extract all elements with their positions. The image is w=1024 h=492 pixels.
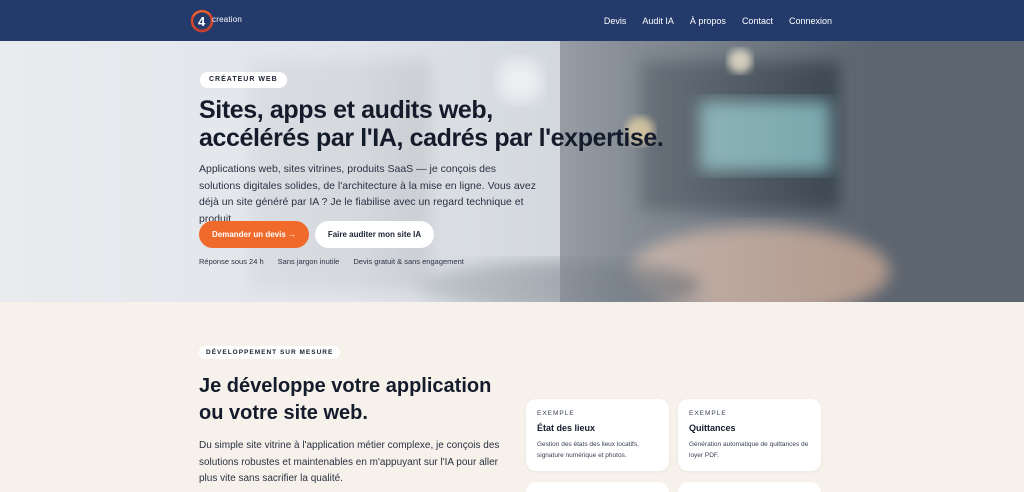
hero-title-line1: Sites, apps et audits web, (199, 96, 493, 124)
section-title-line2: ou votre site web. (199, 402, 368, 424)
card-eyebrow: EXEMPLE (689, 410, 727, 417)
example-card-quittances[interactable]: EXEMPLE Quittances Génération automatiqu… (678, 399, 821, 471)
logo-text[interactable]: creation (212, 15, 242, 24)
nav-link-audit-ia[interactable]: Audit IA (642, 16, 674, 26)
nav-link-devis[interactable]: Devis (604, 16, 627, 26)
example-card[interactable] (526, 482, 669, 492)
nav-links: Devis Audit IA À propos Contact Connexio… (588, 0, 832, 41)
card-description: Gestion des états des lieux locatifs, si… (537, 441, 639, 459)
card-title: État des lieux (537, 423, 596, 433)
custom-dev-section: DÉVELOPPEMENT SUR MESURE Je développe vo… (0, 302, 1024, 492)
nav-link-connexion[interactable]: Connexion (789, 16, 832, 26)
section-text: Du simple site vitrine à l'application m… (199, 440, 500, 484)
hero-assurances: Réponse sous 24 h Sans jargon inutile De… (199, 257, 478, 266)
hero-badge: CRÉATEUR WEB (200, 72, 287, 88)
request-quote-button[interactable]: Demander un devis → (199, 221, 309, 248)
assurance-item: Devis gratuit & sans engagement (353, 257, 464, 266)
section-badge: DÉVELOPPEMENT SUR MESURE (199, 346, 341, 359)
card-title: Quittances (689, 423, 736, 433)
card-description: Génération automatique de quittances de … (689, 441, 809, 459)
top-navbar: 4 creation Devis Audit IA À propos Conta… (0, 0, 1024, 41)
example-card[interactable] (678, 482, 821, 492)
section-title-line1: Je développe votre application (199, 375, 492, 397)
hero-subtitle: Applications web, sites vitrines, produi… (199, 163, 537, 225)
section-title: Je développe votre application ou votre … (199, 373, 519, 427)
audit-site-button[interactable]: Faire auditer mon site IA (315, 221, 434, 248)
assurance-item: Sans jargon inutile (277, 257, 340, 266)
example-card-etat-des-lieux[interactable]: EXEMPLE État des lieux Gestion des états… (526, 399, 669, 471)
hero-title-line2: accélérés par l'IA, cadrés par l'experti… (199, 124, 664, 152)
assurance-item: Réponse sous 24 h (199, 257, 264, 266)
nav-link-a-propos[interactable]: À propos (690, 16, 726, 26)
card-eyebrow: EXEMPLE (537, 410, 575, 417)
hero-title: Sites, apps et audits web, accélérés par… (199, 96, 719, 152)
nav-link-contact[interactable]: Contact (742, 16, 773, 26)
svg-text:4: 4 (198, 14, 206, 29)
hero-section: CRÉATEUR WEB Sites, apps et audits web, … (0, 41, 1024, 302)
